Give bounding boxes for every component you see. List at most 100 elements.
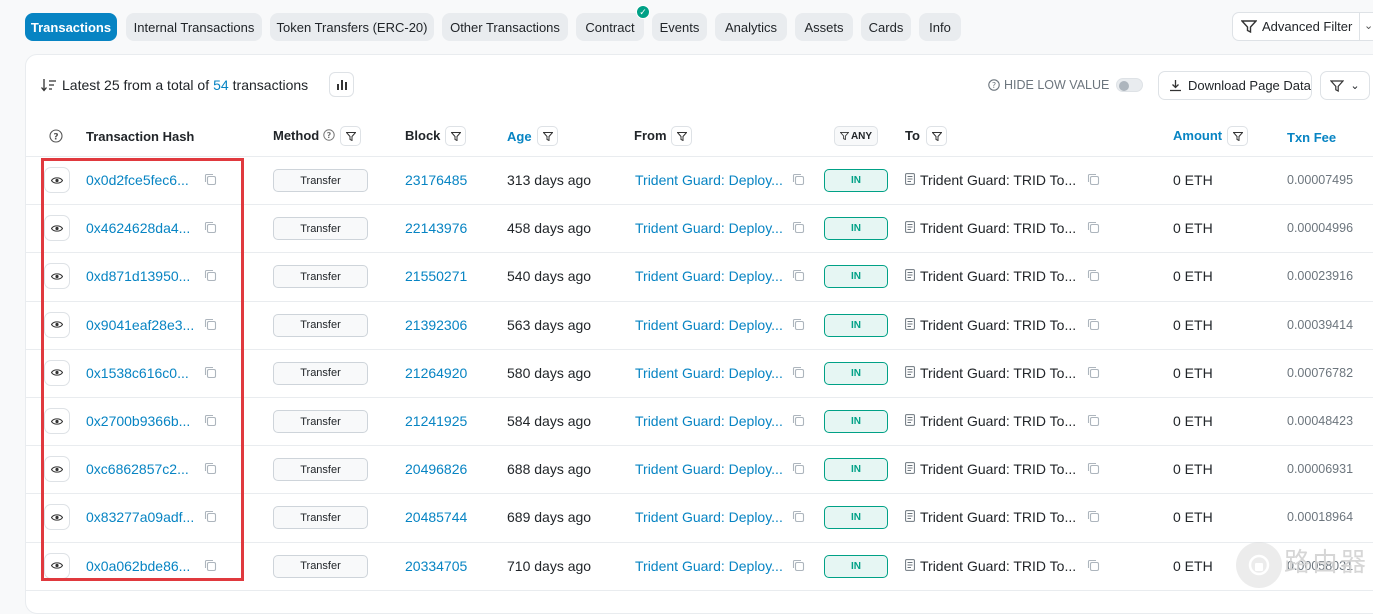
tx-hash-link[interactable]: 0x83277a09adf... <box>86 493 194 541</box>
chevron-down-icon[interactable]: ⌄ <box>1364 19 1373 32</box>
tx-hash-link[interactable]: 0x9041eaf28e3... <box>86 301 194 349</box>
to-address-link[interactable]: Trident Guard: TRID To... <box>920 542 1076 590</box>
from-address-link[interactable]: Trident Guard: Deploy... <box>635 445 783 493</box>
column-age[interactable]: Age <box>507 129 532 144</box>
to-address-link[interactable]: Trident Guard: TRID To... <box>920 397 1076 445</box>
from-address-link[interactable]: Trident Guard: Deploy... <box>635 542 783 590</box>
tab-info[interactable]: Info <box>919 13 961 41</box>
block-filter-icon[interactable] <box>445 126 466 146</box>
from-filter-icon[interactable] <box>671 126 692 146</box>
block-link[interactable]: 20485744 <box>405 493 467 541</box>
from-address-link[interactable]: Trident Guard: Deploy... <box>635 204 783 252</box>
eye-icon[interactable] <box>44 408 70 434</box>
tx-hash-link[interactable]: 0x1538c616c0... <box>86 349 189 397</box>
copy-icon[interactable] <box>792 366 805 379</box>
copy-icon[interactable] <box>792 221 805 234</box>
help-circle-icon[interactable]: ? <box>323 129 335 141</box>
copy-icon[interactable] <box>792 559 805 572</box>
eye-icon[interactable] <box>44 167 70 193</box>
tx-hash-link[interactable]: 0xd871d13950... <box>86 252 190 300</box>
from-address-link[interactable]: Trident Guard: Deploy... <box>635 397 783 445</box>
eye-icon[interactable] <box>44 359 70 386</box>
from-address-link[interactable]: Trident Guard: Deploy... <box>635 252 783 300</box>
to-address-link[interactable]: Trident Guard: TRID To... <box>920 445 1076 493</box>
copy-icon[interactable] <box>1087 462 1100 475</box>
copy-icon[interactable] <box>204 269 217 282</box>
eye-icon[interactable] <box>44 504 70 531</box>
block-link[interactable]: 20496826 <box>405 445 467 493</box>
eye-icon[interactable] <box>44 456 70 483</box>
tab-events[interactable]: Events <box>652 13 707 41</box>
to-address-link[interactable]: Trident Guard: TRID To... <box>920 493 1076 541</box>
tab-cards[interactable]: Cards <box>861 13 911 41</box>
copy-icon[interactable] <box>204 559 217 572</box>
copy-icon[interactable] <box>792 173 805 186</box>
copy-icon[interactable] <box>1087 269 1100 282</box>
to-address-link[interactable]: Trident Guard: TRID To... <box>920 156 1076 204</box>
copy-icon[interactable] <box>1087 173 1100 186</box>
download-page-data-button[interactable]: Download Page Data <box>1158 71 1312 100</box>
copy-icon[interactable] <box>204 462 217 475</box>
summary-count[interactable]: 54 <box>213 77 229 93</box>
eye-icon[interactable] <box>44 552 70 579</box>
tab-assets[interactable]: Assets <box>795 13 853 41</box>
block-link[interactable]: 21392306 <box>405 301 467 349</box>
copy-icon[interactable] <box>1087 318 1100 331</box>
chart-view-button[interactable] <box>329 72 354 97</box>
to-address-link[interactable]: Trident Guard: TRID To... <box>920 252 1076 300</box>
from-address-link[interactable]: Trident Guard: Deploy... <box>635 156 783 204</box>
block-link[interactable]: 21550271 <box>405 252 467 300</box>
block-link[interactable]: 21264920 <box>405 349 467 397</box>
block-link[interactable]: 22143976 <box>405 204 467 252</box>
from-address-link[interactable]: Trident Guard: Deploy... <box>635 493 783 541</box>
from-address-link[interactable]: Trident Guard: Deploy... <box>635 349 783 397</box>
tab-other-transactions[interactable]: Other Transactions <box>442 13 568 41</box>
table-filter-button[interactable]: ⌄ <box>1320 71 1370 100</box>
age-filter-icon[interactable] <box>537 126 558 146</box>
from-address-link[interactable]: Trident Guard: Deploy... <box>635 301 783 349</box>
copy-icon[interactable] <box>204 173 217 186</box>
block-link[interactable]: 20334705 <box>405 542 467 590</box>
tab-token-transfers[interactable]: Token Transfers (ERC-20) <box>270 13 434 41</box>
eye-icon[interactable] <box>44 215 70 242</box>
copy-icon[interactable] <box>204 366 217 379</box>
copy-icon[interactable] <box>204 510 217 523</box>
advanced-filter-button[interactable]: Advanced Filter ⌄ <box>1232 12 1373 41</box>
copy-icon[interactable] <box>792 510 805 523</box>
block-link[interactable]: 23176485 <box>405 156 467 204</box>
eye-icon[interactable] <box>44 311 70 338</box>
copy-icon[interactable] <box>792 269 805 282</box>
copy-icon[interactable] <box>1087 414 1100 427</box>
copy-icon[interactable] <box>204 414 217 427</box>
tx-hash-link[interactable]: 0x0a062bde86... <box>86 542 190 590</box>
copy-icon[interactable] <box>792 318 805 331</box>
tx-hash-link[interactable]: 0x2700b9366b... <box>86 397 190 445</box>
tx-hash-link[interactable]: 0x4624628da4... <box>86 204 190 252</box>
help-circle-icon[interactable]: ? <box>49 129 63 146</box>
tab-analytics[interactable]: Analytics <box>715 13 787 41</box>
copy-icon[interactable] <box>792 462 805 475</box>
to-address-link[interactable]: Trident Guard: TRID To... <box>920 301 1076 349</box>
copy-icon[interactable] <box>204 318 217 331</box>
tx-hash-link[interactable]: 0x0d2fce5fec6... <box>86 156 189 204</box>
eye-icon[interactable] <box>44 263 70 290</box>
tab-transactions[interactable]: Transactions <box>25 13 117 41</box>
copy-icon[interactable] <box>1087 366 1100 379</box>
copy-icon[interactable] <box>1087 510 1100 523</box>
tx-hash-link[interactable]: 0xc6862857c2... <box>86 445 189 493</box>
column-txn-fee[interactable]: Txn Fee <box>1287 130 1336 145</box>
block-link[interactable]: 21241925 <box>405 397 467 445</box>
hide-low-value-toggle[interactable] <box>1116 78 1143 92</box>
to-address-link[interactable]: Trident Guard: TRID To... <box>920 349 1076 397</box>
copy-icon[interactable] <box>792 414 805 427</box>
column-amount[interactable]: Amount <box>1173 128 1222 143</box>
copy-icon[interactable] <box>204 221 217 234</box>
copy-icon[interactable] <box>1087 221 1100 234</box>
tab-contract[interactable]: Contract ✓ <box>576 5 650 41</box>
to-address-link[interactable]: Trident Guard: TRID To... <box>920 204 1076 252</box>
to-filter-icon[interactable] <box>926 126 947 146</box>
method-filter-icon[interactable] <box>340 126 361 146</box>
copy-icon[interactable] <box>1087 559 1100 572</box>
amount-filter-icon[interactable] <box>1227 126 1248 146</box>
tab-internal-transactions[interactable]: Internal Transactions <box>126 13 262 41</box>
